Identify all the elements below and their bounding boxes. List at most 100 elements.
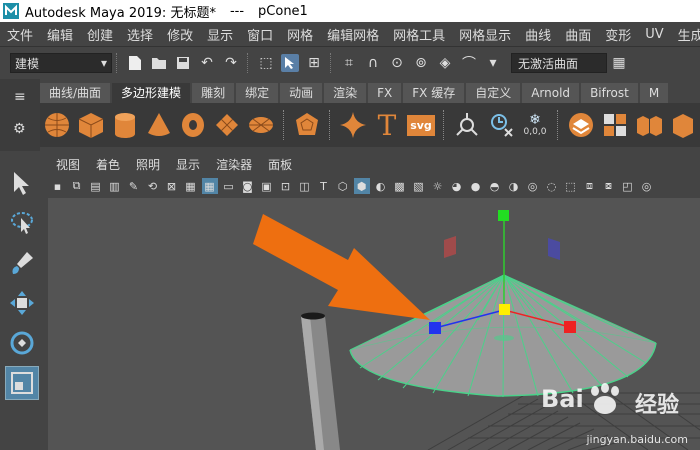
tab-fx[interactable]: FX — [368, 83, 402, 103]
type-tool-icon[interactable]: T — [371, 109, 403, 142]
snap-grid-icon[interactable]: ⌗ — [340, 54, 358, 72]
tab-fx-cache[interactable]: FX 缓存 — [403, 83, 465, 103]
layers-icon[interactable] — [565, 109, 597, 141]
xray-joints-icon[interactable]: ⟲ — [145, 178, 161, 194]
menu-uv[interactable]: UV — [638, 27, 670, 42]
ambient-occlusion-icon[interactable]: ◓ — [487, 178, 503, 194]
select-object-icon[interactable] — [281, 54, 299, 72]
menu-mesh-display[interactable]: 网格显示 — [452, 25, 518, 44]
menu-window[interactable]: 窗口 — [240, 25, 280, 44]
motion-blur-icon[interactable]: ◑ — [506, 178, 522, 194]
xray-components-icon[interactable]: ◰ — [620, 178, 636, 194]
chevron-down-icon[interactable]: ▾ — [484, 54, 502, 72]
sweep-mesh-icon[interactable] — [451, 109, 483, 141]
menu-generate[interactable]: 生成 — [671, 25, 700, 44]
snap-curve-icon[interactable]: ∩ — [364, 54, 382, 72]
select-component-icon[interactable]: ⊞ — [305, 54, 323, 72]
tab-sculpting[interactable]: 雕刻 — [192, 83, 235, 103]
bookmark-icon[interactable]: ▤ — [88, 178, 104, 194]
resolution-gate-icon[interactable]: ▭ — [221, 178, 237, 194]
safe-title-icon[interactable]: ◫ — [297, 178, 313, 194]
shelf-menu-icon[interactable]: ≡ — [14, 89, 26, 105]
tab-animation[interactable]: 动画 — [280, 83, 323, 103]
lasso-tool-icon[interactable] — [5, 206, 39, 240]
film-gate-icon[interactable]: ▦ — [201, 178, 218, 194]
combine-icon[interactable] — [599, 109, 631, 141]
wireframe-icon[interactable]: ⬡ — [335, 178, 351, 194]
menu-modify[interactable]: 修改 — [160, 25, 200, 44]
menu-curves[interactable]: 曲线 — [518, 25, 558, 44]
snap-live-icon[interactable]: ⌒ — [460, 54, 478, 72]
poly-cone-icon[interactable] — [143, 109, 175, 141]
text-toggle-icon[interactable]: T — [316, 178, 332, 194]
scale-tool-icon[interactable] — [5, 366, 39, 400]
tab-rendering[interactable]: 渲染 — [324, 83, 367, 103]
menu-edit[interactable]: 编辑 — [40, 25, 80, 44]
snap-point-icon[interactable]: ⊙ — [388, 54, 406, 72]
tab-rigging[interactable]: 绑定 — [236, 83, 279, 103]
poly-cylinder-icon[interactable] — [109, 109, 141, 141]
move-tool-icon[interactable] — [5, 286, 39, 320]
textured-icon[interactable]: ▩ — [392, 178, 408, 194]
isolate-select-icon[interactable]: ⬚ — [563, 178, 579, 194]
history-delete-icon[interactable] — [485, 109, 517, 141]
select-hierarchy-icon[interactable]: ⬚ — [257, 54, 275, 72]
camera-attributes-icon[interactable]: ⧉ — [69, 178, 85, 194]
menu-deform[interactable]: 变形 — [598, 25, 638, 44]
tab-bifrost[interactable]: Bifrost — [581, 83, 638, 103]
poly-cube-icon[interactable] — [75, 109, 107, 141]
tab-arnold[interactable]: Arnold — [522, 83, 580, 103]
undo-icon[interactable]: ↶ — [198, 54, 216, 72]
grease-pencil-icon[interactable]: ✎ — [126, 178, 142, 194]
camera-icon[interactable]: ▪ — [50, 178, 66, 194]
snap-view-icon[interactable]: ⊚ — [412, 54, 430, 72]
panel-menu-view[interactable]: 视图 — [48, 156, 88, 173]
xray-active-icon[interactable]: ⧇ — [601, 178, 617, 194]
image-plane-icon[interactable]: ▥ — [107, 178, 123, 194]
xray-icon[interactable]: ⧈ — [582, 178, 598, 194]
tab-poly-modeling[interactable]: 多边形建模 — [112, 83, 191, 103]
sphere-shading-icon[interactable]: ● — [468, 178, 484, 194]
checker-icon[interactable]: ▧ — [411, 178, 427, 194]
gate-mask-icon[interactable]: ◙ — [240, 178, 256, 194]
rotate-tool-icon[interactable] — [5, 326, 39, 360]
save-scene-icon[interactable] — [174, 54, 192, 72]
tab-custom[interactable]: 自定义 — [466, 83, 521, 103]
select-tool-icon[interactable] — [5, 166, 39, 200]
paint-select-tool-icon[interactable] — [5, 246, 39, 280]
exposure-icon[interactable]: ◎ — [639, 178, 655, 194]
menu-mesh-tools[interactable]: 网格工具 — [386, 25, 452, 44]
multisample-icon[interactable]: ◎ — [525, 178, 541, 194]
open-scene-icon[interactable] — [150, 54, 168, 72]
render-icon[interactable]: ▦ — [610, 54, 628, 72]
mode-selector[interactable]: 建模 ▾ — [10, 53, 112, 73]
field-chart-icon[interactable]: ▣ — [259, 178, 275, 194]
platonic-solid-icon[interactable] — [291, 109, 323, 141]
menu-create[interactable]: 创建 — [80, 25, 120, 44]
shadows-icon[interactable]: ◕ — [449, 178, 465, 194]
panel-menu-shading[interactable]: 着色 — [88, 156, 128, 173]
panel-menu-panels[interactable]: 面板 — [260, 156, 300, 173]
screen-space-icon[interactable]: ◌ — [544, 178, 560, 194]
wireframe-on-shaded-icon[interactable]: ◐ — [373, 178, 389, 194]
redo-icon[interactable]: ↷ — [222, 54, 240, 72]
poly-torus-icon[interactable] — [177, 109, 209, 141]
panel-menu-lighting[interactable]: 照明 — [128, 156, 168, 173]
gear-icon[interactable]: ⚙ — [13, 121, 26, 137]
snap-surface-icon[interactable]: ◈ — [436, 54, 454, 72]
svg-tool-icon[interactable]: svg — [405, 109, 437, 141]
extract-icon[interactable] — [667, 109, 699, 141]
separate-icon[interactable] — [633, 109, 665, 141]
grid-toggle-icon[interactable]: ▦ — [183, 178, 199, 194]
lighting-icon[interactable]: ☼ — [430, 178, 446, 194]
menu-file[interactable]: 文件 — [0, 25, 40, 44]
menu-surfaces[interactable]: 曲面 — [558, 25, 598, 44]
panel-menu-show[interactable]: 显示 — [168, 156, 208, 173]
poly-disc-icon[interactable] — [245, 109, 277, 141]
safe-action-icon[interactable]: ⊡ — [278, 178, 294, 194]
tab-more[interactable]: M — [639, 83, 669, 103]
tab-curves-surfaces[interactable]: 曲线/曲面 — [40, 83, 111, 103]
new-scene-icon[interactable] — [126, 54, 144, 72]
panel-menu-renderer[interactable]: 渲染器 — [208, 156, 260, 173]
menu-mesh[interactable]: 网格 — [280, 25, 320, 44]
